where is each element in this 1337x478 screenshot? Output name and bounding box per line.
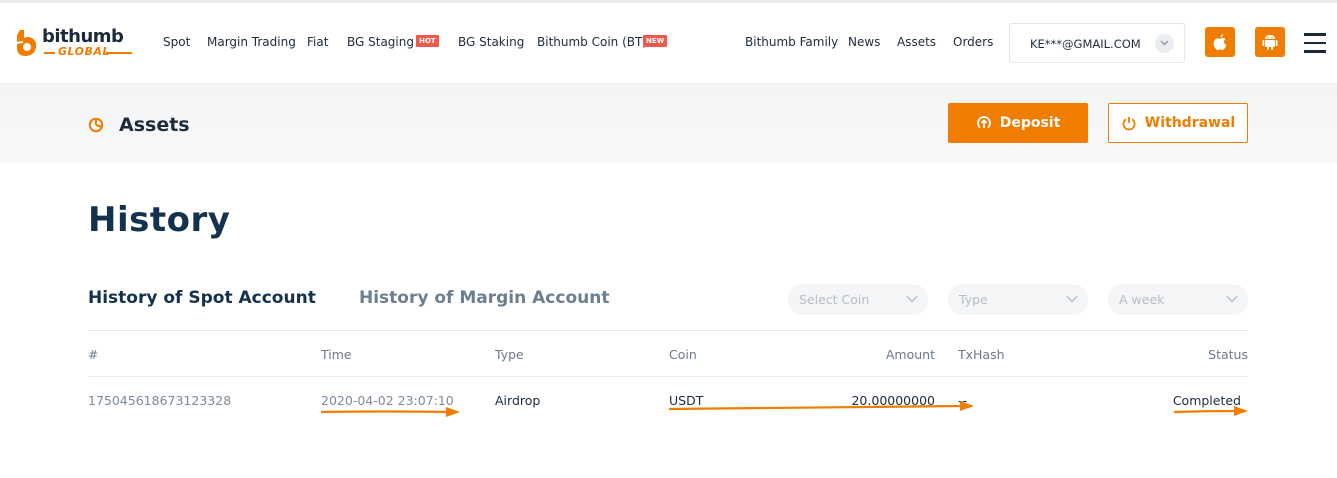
col-header-amount: Amount [885, 347, 935, 362]
period-placeholder: A week [1119, 292, 1165, 307]
col-header-id: # [88, 347, 99, 362]
logo-sub-text: GLOBAL [58, 45, 110, 58]
account-email: KE***@GMAIL.COM [1030, 37, 1141, 51]
assets-header-band: Assets Deposit Withdrawal [0, 83, 1337, 163]
cell-time: 2020-04-02 23:07:10 [321, 393, 454, 408]
upload-circle-icon [976, 116, 991, 129]
withdrawal-button[interactable]: Withdrawal [1108, 103, 1248, 143]
deposit-label: Deposit [999, 115, 1061, 131]
nav-bithumb-family[interactable]: Bithumb Family [745, 35, 838, 49]
power-icon [1122, 117, 1136, 131]
select-coin-placeholder: Select Coin [799, 292, 870, 307]
cell-amount: 20.00000000 [851, 393, 935, 408]
nav-bithumb-coin[interactable]: Bithumb Coin (BT) [537, 35, 647, 49]
apple-icon [1213, 34, 1227, 50]
chevron-down-icon [1226, 296, 1238, 303]
pie-chart-icon [88, 117, 104, 133]
tab-spot-history[interactable]: History of Spot Account [88, 288, 316, 308]
type-placeholder: Type [959, 292, 988, 307]
col-header-time: Time [321, 347, 352, 362]
android-app-button[interactable] [1255, 27, 1285, 57]
cell-id: 175045618673123328 [88, 393, 232, 408]
nav-news[interactable]: News [848, 35, 880, 49]
nav-orders[interactable]: Orders [953, 35, 993, 49]
bithumb-logo[interactable]: bithumb GLOBAL [14, 26, 132, 63]
android-icon [1262, 35, 1278, 50]
nav-margin-trading[interactable]: Margin Trading [207, 35, 296, 49]
col-header-coin: Coin [669, 347, 697, 362]
cell-status: Completed [1172, 393, 1241, 408]
logo-sub: GLOBAL [44, 45, 134, 59]
annotation-arrow-time [320, 407, 460, 417]
chevron-down-icon [1155, 34, 1174, 53]
logo-wordmark: bithumb [42, 26, 124, 47]
nav-spot[interactable]: Spot [163, 35, 190, 49]
period-dropdown[interactable]: A week [1108, 284, 1248, 315]
type-dropdown[interactable]: Type [948, 284, 1088, 315]
hamburger-menu-icon[interactable] [1304, 33, 1326, 53]
bithumb-b-icon [15, 30, 37, 56]
col-header-type: Type [495, 347, 524, 362]
deposit-button[interactable]: Deposit [948, 103, 1088, 143]
account-dropdown[interactable]: KE***@GMAIL.COM [1009, 23, 1185, 63]
col-header-txhash: TxHash [958, 347, 1005, 362]
chevron-down-icon [1066, 296, 1078, 303]
tab-margin-history[interactable]: History of Margin Account [359, 288, 609, 308]
table-header-divider [88, 376, 1248, 377]
page-title: History [88, 200, 231, 240]
nav-bg-staking[interactable]: BG Staking [458, 35, 524, 49]
nav-assets[interactable]: Assets [897, 35, 936, 49]
table-top-divider [88, 330, 1248, 331]
cell-type: Airdrop [495, 393, 541, 408]
nav-bg-staging[interactable]: BG Staging [347, 35, 414, 49]
cell-coin: USDT [669, 393, 704, 408]
nav-fiat[interactable]: Fiat [307, 35, 328, 49]
select-coin-dropdown[interactable]: Select Coin [788, 284, 928, 315]
assets-title: Assets [119, 114, 190, 136]
cell-txhash: -- [958, 393, 968, 408]
hot-badge: HOT [416, 35, 439, 47]
chevron-down-icon [906, 296, 918, 303]
top-navbar: bithumb GLOBAL Spot Margin Trading Fiat … [0, 3, 1337, 83]
col-header-status: Status [1208, 347, 1248, 362]
withdrawal-label: Withdrawal [1144, 115, 1236, 131]
new-badge: NEW [643, 35, 668, 47]
apple-app-button[interactable] [1205, 27, 1235, 57]
